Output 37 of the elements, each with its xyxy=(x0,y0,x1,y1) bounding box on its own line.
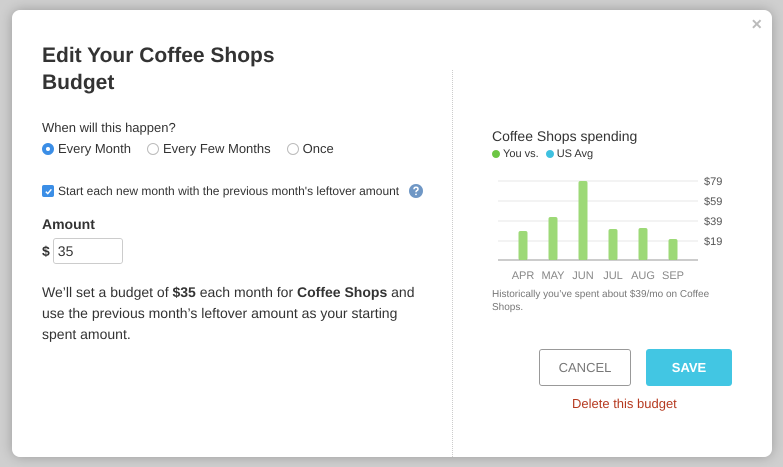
axis-category-label: JUL xyxy=(603,270,623,282)
radio-icon[interactable] xyxy=(286,142,299,154)
question-label: When will this happen? xyxy=(42,120,177,135)
radio-option[interactable]: Once xyxy=(286,141,334,156)
axis-tick-label: $19 xyxy=(704,236,722,248)
legend-label: US Avg xyxy=(556,148,594,160)
chart-title: Coffee Shops spending xyxy=(492,128,638,144)
axis-category-label: AUG xyxy=(631,270,655,282)
axis-category-label: APR xyxy=(512,270,534,282)
chart-bar xyxy=(518,231,528,260)
axis-tick-label: $59 xyxy=(704,196,722,208)
budget-summary: We’ll set a budget of $35 each month for Coffee Shops and use the previous month’s leftover amount as your starting spent amount. xyxy=(42,283,416,344)
chart-bar xyxy=(668,239,678,260)
checkbox-label: Start each new month with the previous month's leftover amount xyxy=(58,184,400,198)
checkbox[interactable] xyxy=(42,185,54,197)
chart-bar xyxy=(548,217,558,260)
dialog-title: Edit Your Coffee Shops Budget xyxy=(42,43,276,96)
history-note: Historically you’ve spent about $39/mo on Coffee Shops. xyxy=(492,288,710,314)
chart-bar xyxy=(638,228,648,260)
radio-icon[interactable] xyxy=(146,142,159,154)
cancel-button[interactable]: CANCEL xyxy=(539,349,631,386)
amount-field[interactable]: 35 xyxy=(52,238,123,264)
radio-option[interactable]: Every Month xyxy=(42,141,131,156)
axis-tick-label: $79 xyxy=(704,176,722,188)
axis-tick-label: $39 xyxy=(704,216,722,228)
axis-category-label: JUN xyxy=(572,270,594,282)
radio-label: Once xyxy=(302,141,334,156)
radio-icon[interactable] xyxy=(42,142,54,154)
axis-category-label: SEP xyxy=(662,270,684,282)
legend-label: You vs. xyxy=(503,148,539,160)
help-icon[interactable] xyxy=(409,184,424,198)
radio-label: Every Month xyxy=(58,141,131,156)
delete-link[interactable]: Delete this budget xyxy=(572,396,677,411)
axis-category-label: MAY xyxy=(541,270,565,282)
chart-bar xyxy=(608,229,618,260)
currency-symbol: $ xyxy=(42,243,50,259)
amount-label: Amount xyxy=(42,216,96,232)
